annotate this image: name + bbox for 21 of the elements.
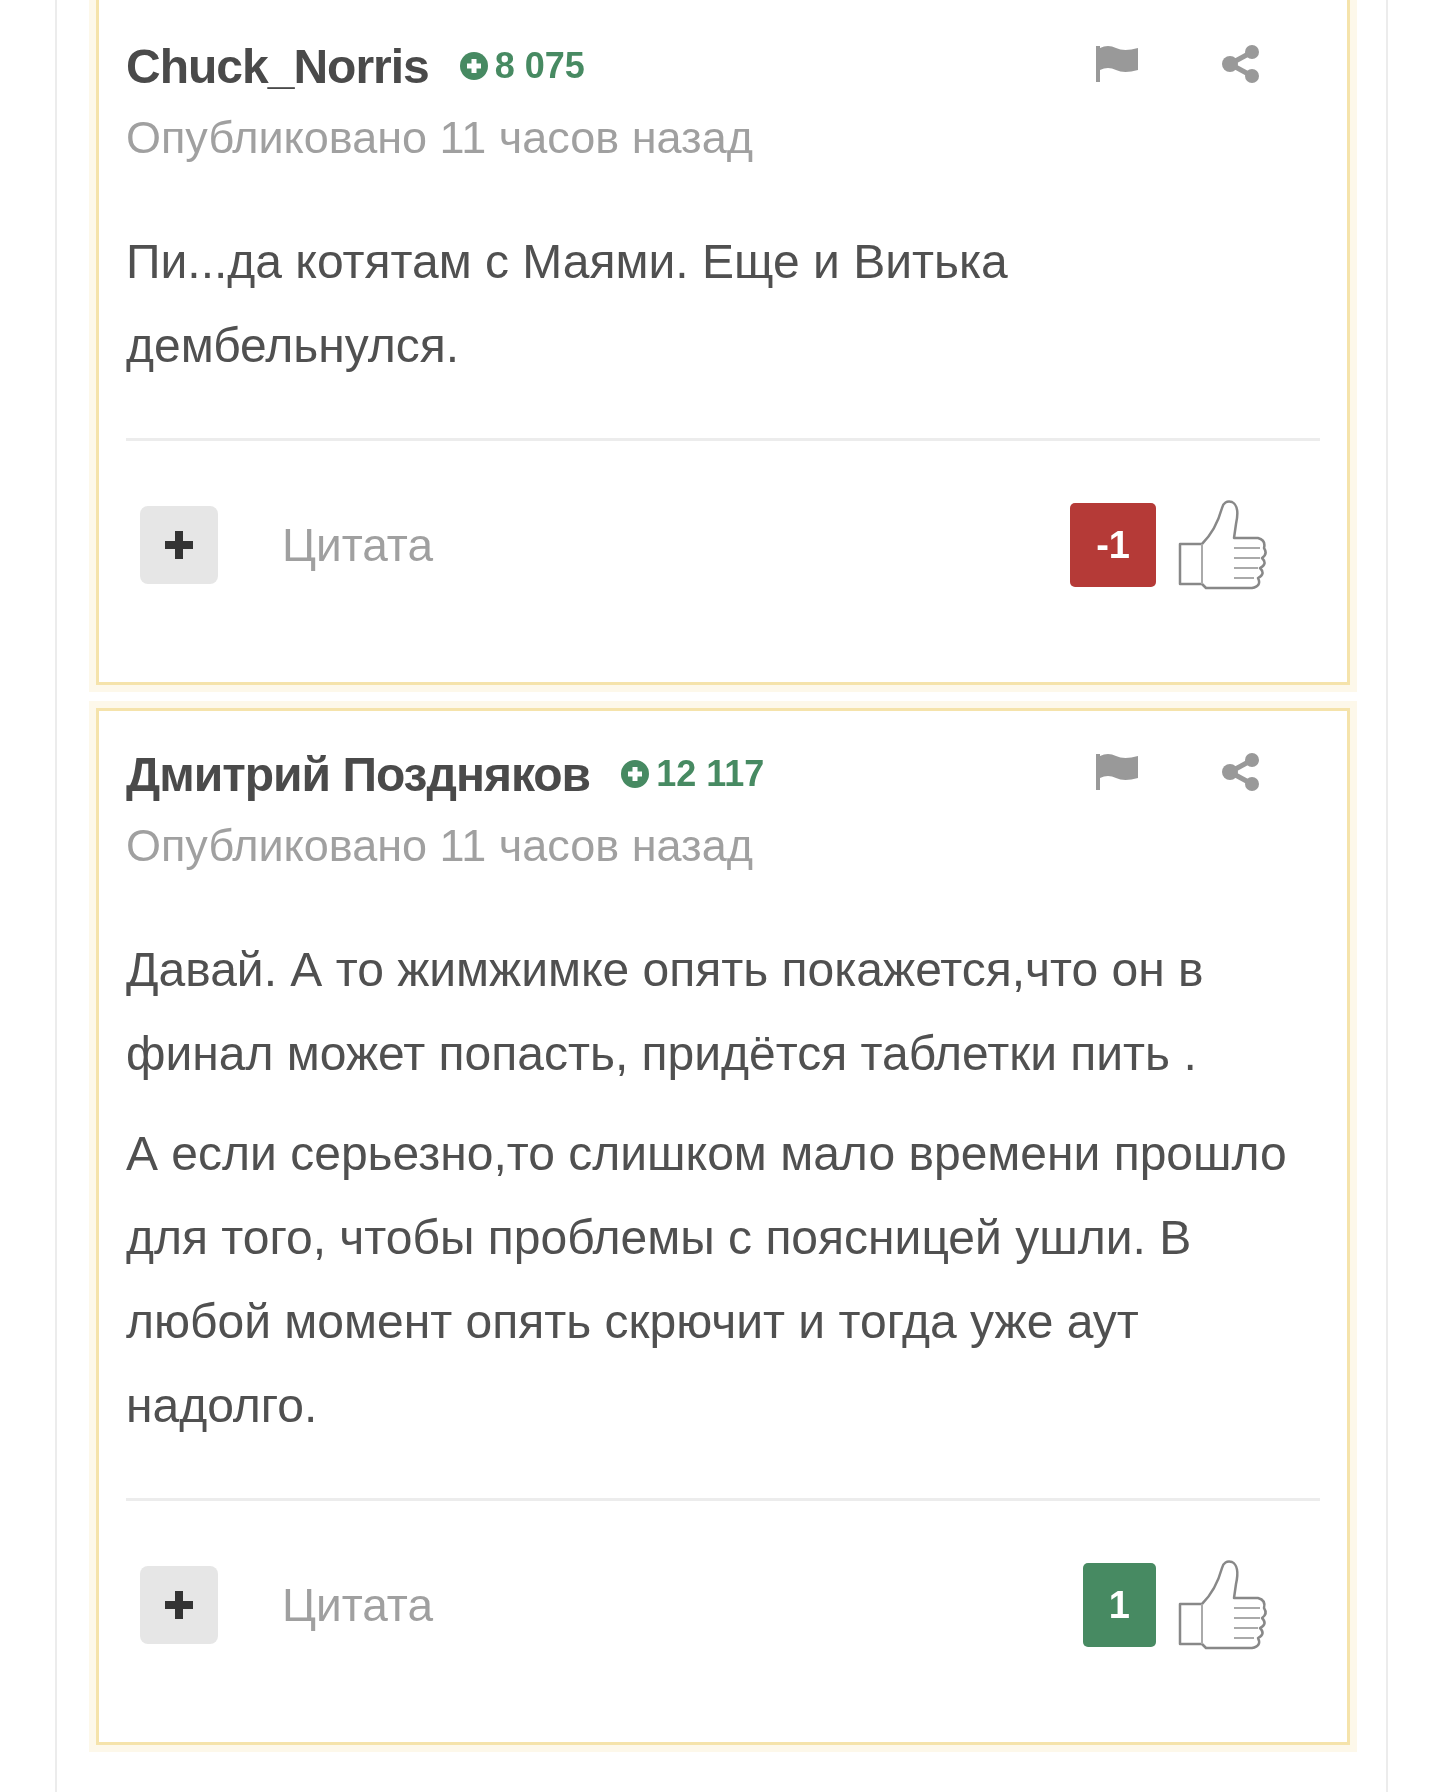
comment-text: Давай. А то жимжимке опять покажется,что он в финал может попасть, придётся таблетки пить . [126, 942, 1205, 1082]
vote-score: -1 [1070, 503, 1156, 587]
comment-text: Пи...да котятам с Маями. Еще и Витька дембельнулся. [126, 234, 1009, 374]
rating-value: 8 075 [494, 45, 585, 87]
comment-text: А если серьезно,то слишком мало времени прошло для того, чтобы проблемы с поясницей ушли. В любой момент опять скрючит и тогда уже аут надолго. [126, 1126, 1288, 1434]
flag-icon[interactable] [1094, 44, 1140, 84]
author-name[interactable]: Chuck_Norris [126, 38, 429, 94]
publish-time: Опубликовано 11 часов назад [126, 819, 754, 873]
plus-circle-icon [458, 51, 489, 81]
author-name[interactable]: Дмитрий Поздняков [126, 746, 591, 802]
plus-icon [163, 1589, 195, 1621]
add-button[interactable] [140, 1566, 218, 1644]
add-button[interactable] [140, 506, 218, 584]
flag-icon[interactable] [1094, 752, 1140, 792]
vote-score: 1 [1082, 1563, 1156, 1647]
share-icon[interactable] [1220, 752, 1262, 792]
plus-icon [163, 529, 195, 561]
plus-circle-icon [620, 759, 651, 789]
share-icon[interactable] [1220, 44, 1262, 84]
rating-value: 12 117 [656, 753, 765, 795]
publish-time: Опубликовано 11 часов назад [126, 111, 753, 165]
